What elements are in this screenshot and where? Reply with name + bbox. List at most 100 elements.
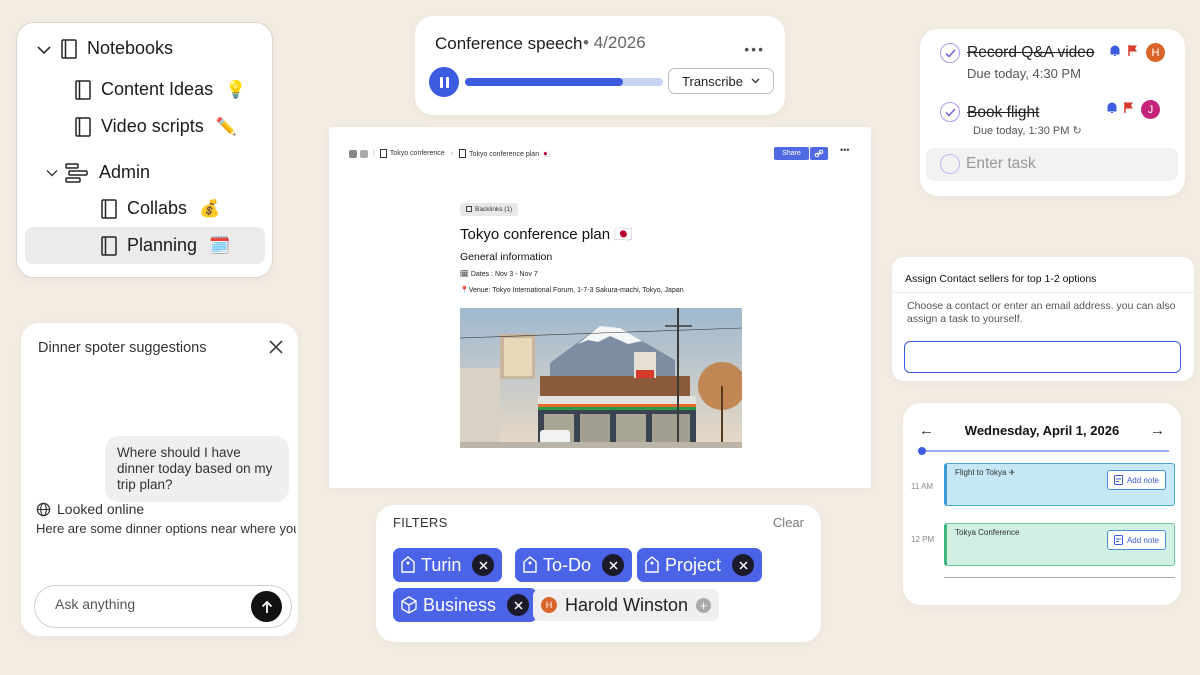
chip-label: Business <box>423 594 497 615</box>
chevron-down-icon[interactable] <box>37 45 51 55</box>
task-checkbox[interactable] <box>940 43 960 63</box>
search-status: Looked online <box>36 501 144 517</box>
tree-item-content-ideas[interactable]: Content Ideas 💡 <box>75 79 246 100</box>
chevron-down-icon[interactable] <box>46 169 58 177</box>
recording-date: • 4/2026 <box>583 33 646 52</box>
tree-item-admin[interactable]: Admin <box>65 162 150 183</box>
chat-panel: Dinner spoter suggestions Where should I… <box>21 323 298 636</box>
money-bag-icon: 💰 <box>199 198 221 218</box>
flag-icon[interactable] <box>1123 101 1135 114</box>
filter-chip-person[interactable]: H Harold Winston + <box>533 589 720 621</box>
progress-track[interactable] <box>465 78 663 86</box>
person-name: Harold Winston <box>565 594 689 615</box>
new-task-input[interactable] <box>966 155 1156 173</box>
tree-item-video-scripts[interactable]: Video scripts ✏️ <box>75 116 237 137</box>
more-options-icon[interactable]: ••• <box>744 41 765 57</box>
tag-icon <box>645 556 659 573</box>
recording-title: Conference speech <box>435 34 583 53</box>
send-button[interactable] <box>251 591 282 622</box>
calendar-day-view: ← Wednesday, April 1, 2026 → 11 AM 12 PM… <box>903 403 1181 605</box>
pin-icon: 📍 <box>460 287 469 294</box>
event-title: Flight to Tokya ✈ <box>955 468 1016 477</box>
remove-chip-button[interactable] <box>507 594 530 616</box>
bell-icon[interactable] <box>1106 101 1118 114</box>
notebook-icon <box>379 149 387 158</box>
pause-icon <box>439 76 443 88</box>
filter-chip-project[interactable]: Project <box>637 548 763 582</box>
copy-link-button[interactable] <box>810 147 828 160</box>
tree-item-label: Notebooks <box>87 38 174 58</box>
note-icon <box>1113 475 1123 485</box>
remove-chip-button[interactable] <box>472 554 495 576</box>
close-icon <box>608 560 618 570</box>
task-title[interactable]: Book flight <box>967 104 1039 122</box>
expand-icon[interactable] <box>360 149 368 158</box>
tree-item-planning[interactable]: Planning 🗓️ <box>101 235 230 256</box>
current-time-dot <box>918 447 926 455</box>
venue-text: Venue: Tokyo International Forum, 1-7-3 … <box>468 287 684 294</box>
add-note-button[interactable]: Add note <box>1106 530 1166 550</box>
notebook-icon <box>61 38 77 59</box>
add-note-label: Add note <box>1126 475 1159 485</box>
avatar[interactable]: H <box>1146 43 1165 62</box>
audio-player: Conference speech • 4/2026 ••• Transcrib… <box>415 16 785 115</box>
calendar-event[interactable]: Flight to Tokya ✈ Add note <box>944 463 1175 506</box>
tag-icon <box>523 556 537 573</box>
tag-icon <box>401 556 415 573</box>
transcribe-dropdown[interactable]: Transcribe <box>668 68 774 94</box>
filter-chip-business[interactable]: Business <box>393 588 538 622</box>
share-button[interactable]: Share <box>774 147 809 160</box>
close-icon <box>739 560 748 570</box>
flag-icon[interactable] <box>1127 44 1139 57</box>
assign-panel: Assign Contact sellers for top 1-2 optio… <box>892 257 1194 381</box>
tree-item-notebooks[interactable]: Notebooks <box>61 38 173 59</box>
current-time-line <box>919 450 1169 452</box>
bell-icon[interactable] <box>1109 44 1121 57</box>
contact-email-input[interactable] <box>904 341 1181 373</box>
document-icon <box>459 149 467 158</box>
next-day-button[interactable]: → <box>1150 422 1165 439</box>
assign-description: Choose a contact or enter an email addre… <box>907 300 1176 325</box>
filter-chip-to-do[interactable]: To-Do <box>515 548 633 582</box>
clear-filters-button[interactable]: Clear <box>773 515 804 530</box>
remove-chip-button[interactable] <box>732 554 755 576</box>
notebook-icon <box>75 116 91 137</box>
calendar-event[interactable]: Tokya Conference Add note <box>944 523 1175 566</box>
add-note-button[interactable]: Add note <box>1106 470 1166 490</box>
filters-panel: FILTERS Clear Turin To-Do Project Busine… <box>376 505 821 642</box>
pause-button[interactable] <box>429 67 459 97</box>
breadcrumb-item[interactable]: Tokyo conference <box>390 150 445 157</box>
note-icon <box>1113 535 1123 545</box>
new-task-row <box>926 148 1178 181</box>
avatar[interactable]: J <box>1141 100 1160 119</box>
time-label: 11 AM <box>911 482 934 491</box>
tree-item-label: Admin <box>99 162 151 182</box>
notebook-tree: Notebooks Content Ideas 💡 Video scripts … <box>16 22 273 278</box>
add-note-label: Add note <box>1126 535 1159 545</box>
task-checkbox[interactable] <box>940 102 960 122</box>
filter-chip-turin[interactable]: Turin <box>393 548 503 582</box>
check-icon <box>944 48 956 58</box>
ask-input[interactable] <box>55 596 245 612</box>
sidebar-toggle-icon[interactable] <box>349 149 357 158</box>
backlink-icon <box>466 206 472 212</box>
divider <box>944 577 1175 578</box>
time-label: 12 PM <box>911 535 935 544</box>
close-icon <box>514 600 523 610</box>
ask-box <box>34 585 292 628</box>
section-heading: General information <box>460 251 553 263</box>
tree-item-label: Collabs <box>127 198 188 218</box>
close-icon[interactable] <box>269 340 283 354</box>
breadcrumb-current[interactable]: Tokyo conference plan 🇯🇵 <box>469 150 550 158</box>
add-icon[interactable]: + <box>696 597 712 613</box>
pencil-icon: ✏️ <box>215 116 237 136</box>
remove-chip-button[interactable] <box>602 554 625 576</box>
task-list: Record Q&A video Due today, 4:30 PM H Bo… <box>920 29 1185 196</box>
assistant-message: Here are some dinner options near where … <box>36 521 296 536</box>
more-options-icon[interactable]: ••• <box>840 145 849 155</box>
backlinks-badge[interactable]: Backlinks (1) <box>460 203 519 216</box>
task-title[interactable]: Record Q&A video <box>967 44 1095 62</box>
tree-item-collabs[interactable]: Collabs 💰 <box>101 198 220 219</box>
chat-title: Dinner spoter suggestions <box>38 340 207 356</box>
arrow-up-icon <box>261 600 272 613</box>
